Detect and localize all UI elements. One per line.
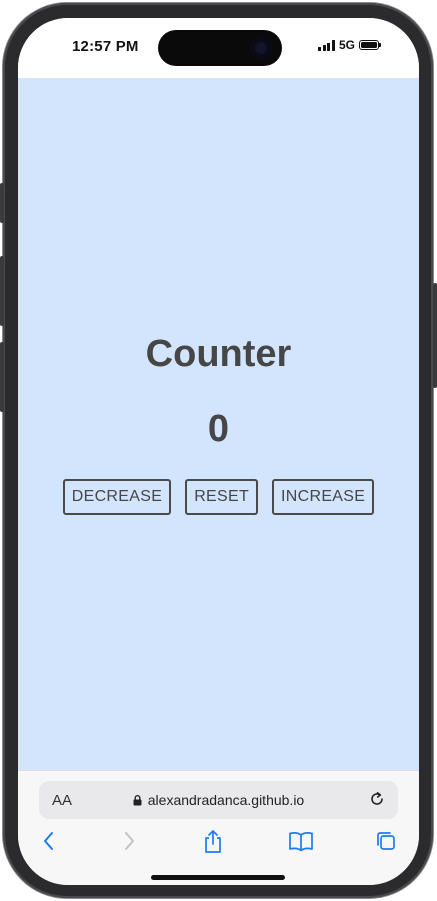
status-bar: 12:57 PM 5G — [18, 18, 419, 78]
button-row: DECREASE RESET INCREASE — [18, 479, 419, 515]
network-type: 5G — [338, 38, 355, 52]
tabs-icon[interactable] — [374, 829, 398, 853]
web-content: Counter 0 DECREASE RESET INCREASE — [18, 78, 419, 770]
safari-bottom-bar: AA alexandradanca.github.io — [18, 770, 419, 885]
battery-icon — [359, 40, 381, 50]
browser-toolbar — [18, 829, 419, 859]
volume-up-button — [0, 256, 4, 326]
volume-down-button — [0, 342, 4, 412]
decrease-button[interactable]: DECREASE — [62, 479, 172, 515]
screen: 12:57 PM 5G Counter 0 DECREASE RESET INC… — [18, 18, 419, 885]
page-title: Counter — [145, 333, 292, 375]
reset-button[interactable]: RESET — [185, 479, 259, 515]
address-bar[interactable]: AA alexandradanca.github.io — [39, 781, 398, 819]
chevron-right-icon[interactable] — [122, 829, 136, 853]
status-time: 12:57 PM — [72, 38, 139, 55]
action-button — [0, 183, 4, 223]
front-camera — [250, 37, 272, 59]
lock-icon — [133, 795, 142, 806]
status-indicators: 5G — [318, 38, 381, 52]
increase-button[interactable]: INCREASE — [272, 479, 375, 515]
signal-icon — [318, 39, 335, 51]
book-icon[interactable] — [288, 829, 314, 853]
chevron-left-icon[interactable] — [42, 829, 56, 853]
url-text: alexandradanca.github.io — [147, 792, 305, 808]
home-indicator[interactable] — [151, 875, 285, 880]
reload-icon[interactable] — [368, 790, 386, 808]
counter-value: 0 — [207, 408, 230, 450]
url-display[interactable]: alexandradanca.github.io — [39, 792, 398, 808]
power-button — [433, 283, 437, 388]
share-icon[interactable] — [202, 829, 224, 855]
